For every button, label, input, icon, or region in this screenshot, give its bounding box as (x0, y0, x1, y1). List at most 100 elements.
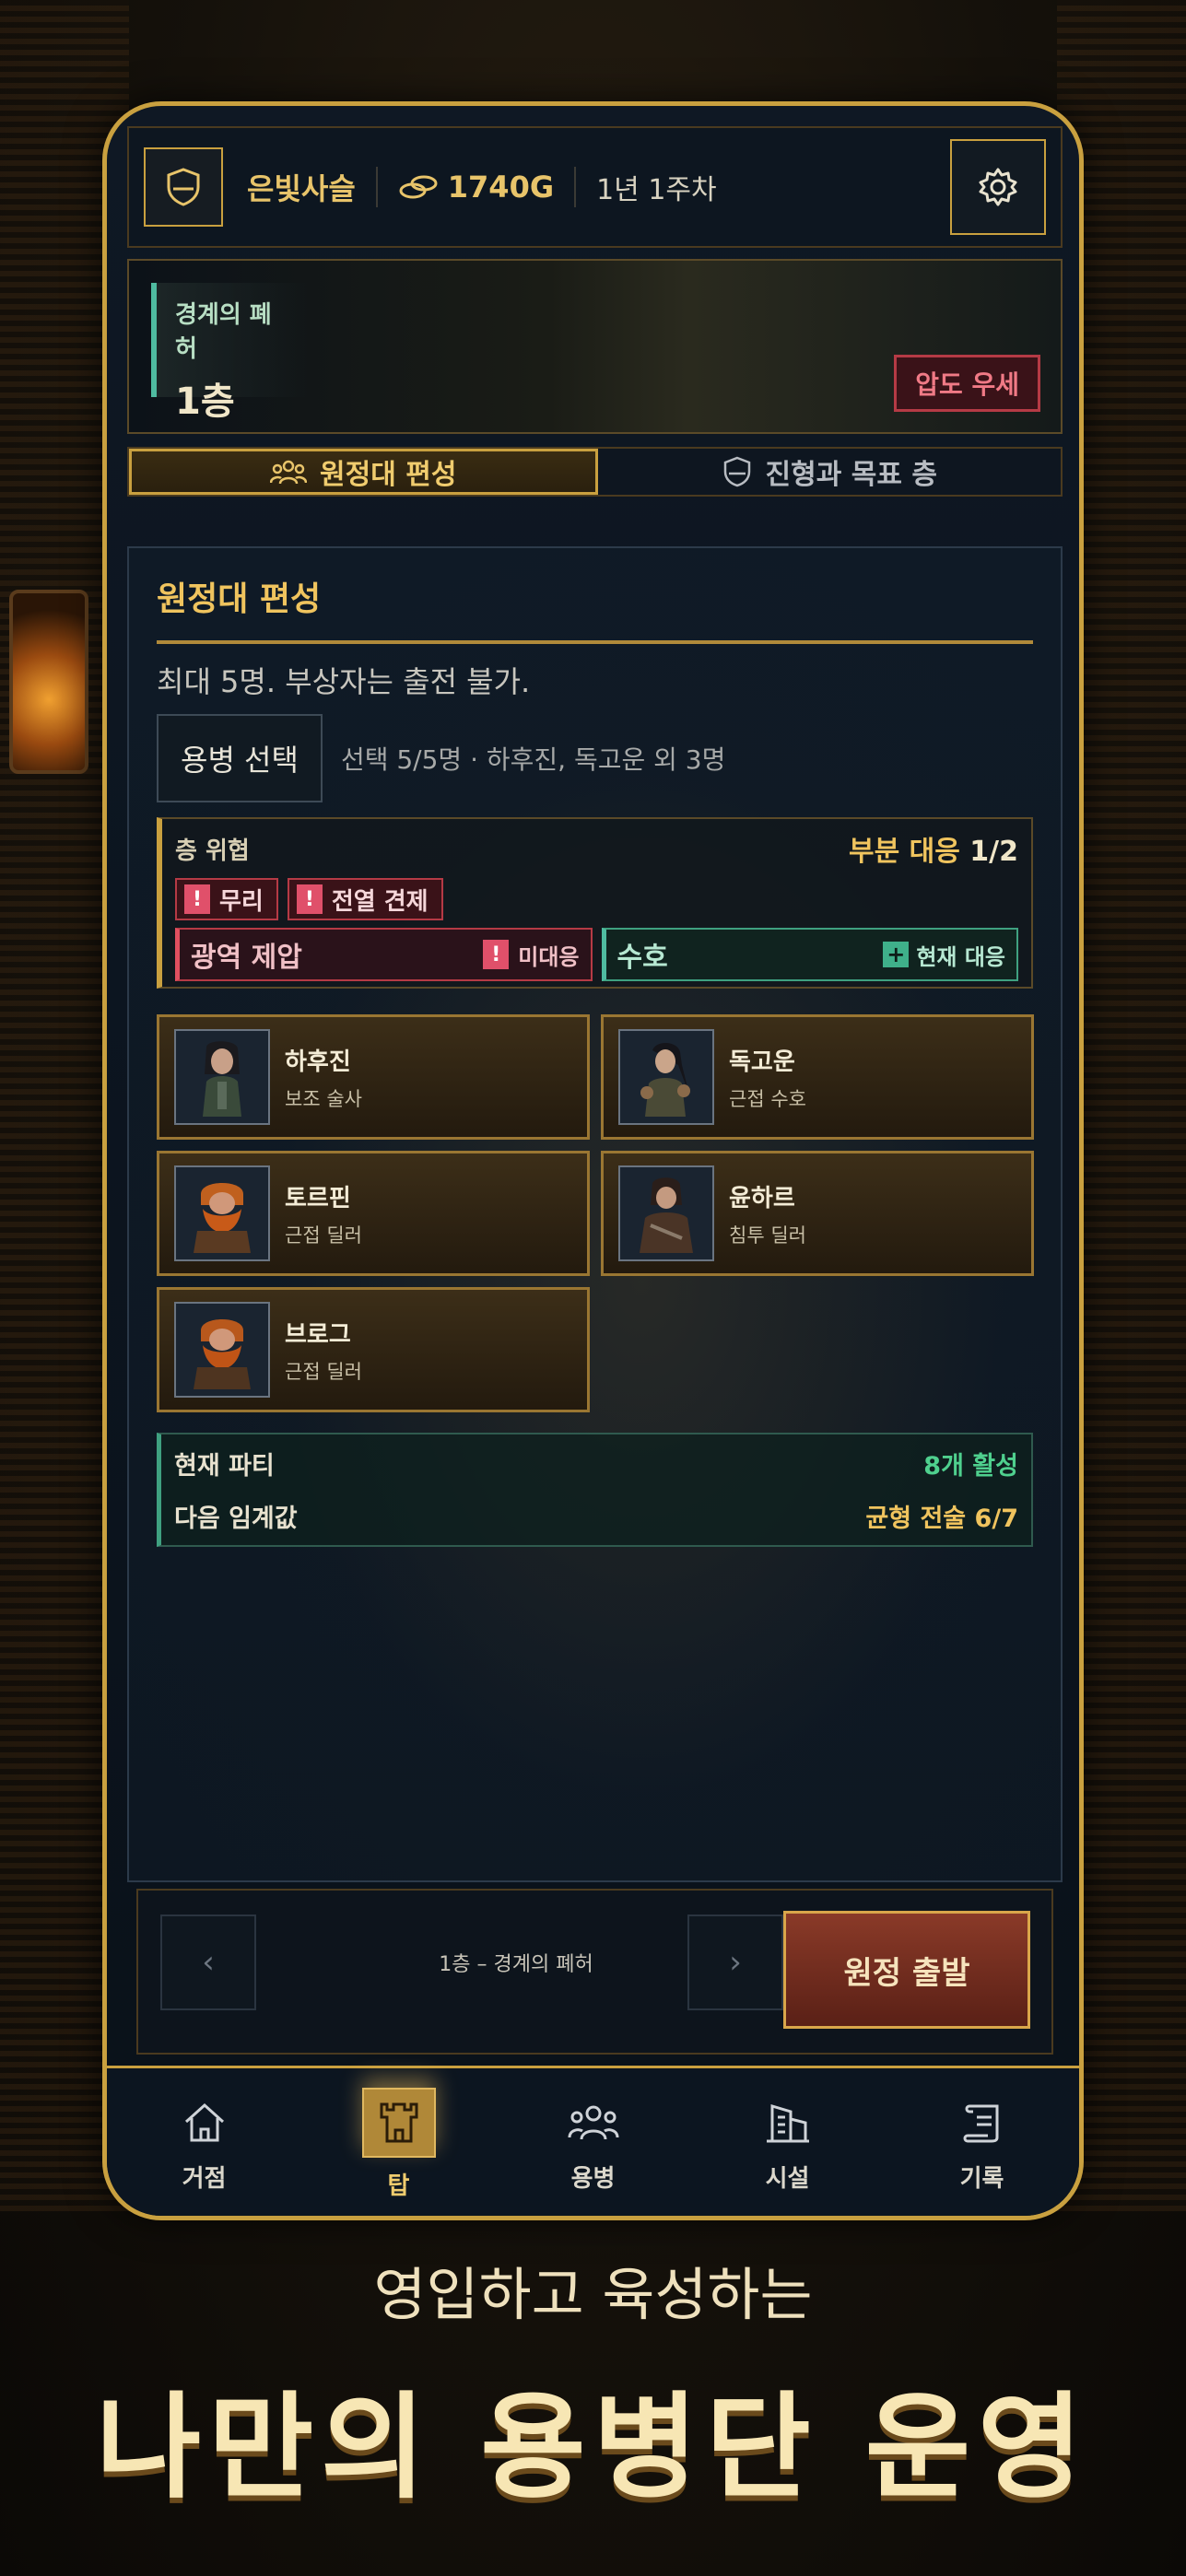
party-value: 8개 활성 (923, 1452, 1018, 1481)
floor-name: 경계의 폐허 (175, 301, 272, 363)
mercenary-role: 근접 딜러 (285, 1224, 362, 1247)
mercenary-card[interactable]: 하후진 보조 술사 (157, 1014, 590, 1140)
mercenary-info: 하후진 보조 술사 (285, 1043, 362, 1112)
threat-label: 층 위협 (175, 837, 250, 865)
nav-item-facility[interactable]: 시설 (690, 2068, 885, 2216)
nav-label: 거점 (182, 2165, 227, 2193)
lantern-decor (9, 590, 88, 774)
threat-coverage: 부분 대응 1/2 (849, 828, 1018, 869)
mercenary-role: 근접 수호 (729, 1087, 806, 1110)
party-icon (270, 460, 308, 485)
promo-tagline: 영입하고 육성하는 (373, 2261, 813, 2328)
gear-icon (979, 168, 1017, 206)
panel-title: 원정대 편성 (157, 580, 322, 618)
mage-portrait-icon (203, 1041, 241, 1117)
mercenary-card[interactable]: 독고운 근접 수호 (601, 1014, 1034, 1140)
mercenary-card[interactable]: 브로그 근접 딜러 (157, 1287, 590, 1412)
party-row-next: 다음 임계값 균형 전술 6/7 (174, 1498, 1018, 1534)
coverage-label: 부분 대응 (848, 836, 960, 868)
action-bar: ‹ 1층 – 경계의 폐허 › 원정 출발 (136, 1889, 1053, 2055)
alert-icon: ! (483, 940, 510, 969)
threat-chips: ! 무리 ! 전열 견제 (175, 878, 1018, 920)
guild-emblem[interactable] (144, 147, 223, 227)
alert-icon: ! (296, 884, 323, 914)
nav-item-mercenary[interactable]: 용병 (496, 2068, 690, 2216)
mercenary-portrait (618, 1029, 714, 1125)
nav-label: 기록 (959, 2165, 1004, 2193)
nav-item-base[interactable]: 거점 (107, 2068, 301, 2216)
coins-icon (399, 175, 438, 199)
mercenary-icon (566, 2095, 621, 2150)
tab-party-formation[interactable]: 원정대 편성 (129, 449, 598, 495)
mercenary-portrait (174, 1165, 270, 1261)
chip-label: 무리 (219, 887, 264, 916)
tower-icon (361, 2088, 436, 2158)
dwarf-portrait-icon (194, 1183, 251, 1253)
gold-amount: 1740G (447, 170, 555, 205)
selection-row: 용병 선택 선택 5/5명 · 하후진, 독고운 외 3명 (157, 714, 1033, 802)
mercenary-info: 독고운 근접 수호 (729, 1043, 806, 1112)
mercenary-card[interactable]: 윤하르 침투 딜러 (601, 1151, 1034, 1276)
mercenary-roster: 하후진 보조 술사 독고운 근접 수호 토르핀 근접 딜러 윤하르 침투 딜러 … (157, 1014, 1034, 1412)
selection-summary: 선택 5/5명 · 하후진, 독고운 외 3명 (340, 744, 726, 775)
party-value: 균형 전술 6/7 (865, 1505, 1018, 1533)
tab-bar: 원정대 편성 진형과 목표 층 (127, 447, 1063, 497)
alert-icon: ! (184, 884, 210, 914)
party-row-current: 현재 파티 8개 활성 (174, 1446, 1018, 1481)
counter-status-label: 미대응 (518, 943, 580, 970)
mercenary-role: 침투 딜러 (729, 1224, 806, 1247)
floor-number: 1층 (175, 381, 235, 423)
nav-label: 용병 (570, 2165, 616, 2193)
promo-headline: 나만의 용병단 운영 (96, 2382, 1090, 2514)
panel-description: 최대 5명. 부상자는 출전 불가. (157, 664, 531, 699)
chip-label: 전열 견제 (331, 887, 429, 916)
mercenary-role: 근접 딜러 (285, 1360, 362, 1383)
mercenary-role: 보조 술사 (285, 1087, 362, 1110)
prev-floor-button[interactable]: ‹ (160, 1914, 256, 2010)
status-badge: 압도 우세 (894, 355, 1040, 412)
settings-button[interactable] (950, 139, 1046, 235)
nav-label: 탑 (387, 2172, 410, 2200)
mercenary-info: 윤하르 침투 딜러 (729, 1179, 806, 1248)
rogue-portrait-icon (640, 1177, 693, 1253)
top-bar: 은빛사슬 1740G 1년 1주차 (127, 126, 1063, 248)
party-label: 현재 파티 (174, 1452, 275, 1481)
building-icon (760, 2095, 816, 2150)
mercenary-info: 브로그 근접 딜러 (285, 1316, 362, 1385)
scroll-icon (955, 2095, 1010, 2150)
mercenary-name: 토르핀 (285, 1184, 351, 1212)
chevron-right-icon: › (729, 1944, 742, 1981)
chevron-left-icon: ‹ (202, 1944, 215, 1981)
mercenary-card[interactable]: 토르핀 근접 딜러 (157, 1151, 590, 1276)
guardian-portrait-icon (640, 1042, 690, 1117)
game-date: 1년 1주차 (596, 174, 717, 206)
guild-name: 은빛사슬 (247, 171, 356, 206)
divider (375, 167, 378, 207)
threat-chip: ! 전열 견제 (287, 878, 443, 920)
dwarf-portrait-icon (194, 1319, 251, 1389)
counter-row: 광역 제압 ! 미대응 수호 + 현재 대응 (175, 928, 1018, 981)
counter-name: 광역 제압 (191, 942, 302, 974)
mercenary-name: 브로그 (285, 1320, 351, 1349)
tab-formation-target[interactable]: 진형과 목표 층 (597, 449, 1061, 495)
floor-threat-box: 층 위협 부분 대응 1/2 ! 무리 ! 전열 견제 광역 제압 ! 미대응 … (157, 817, 1033, 989)
counter-unmet: 광역 제압 ! 미대응 (175, 928, 593, 981)
nav-item-records[interactable]: 기록 (885, 2068, 1079, 2216)
mercenary-portrait (174, 1029, 270, 1125)
mercenary-name: 하후진 (285, 1048, 351, 1076)
select-mercenary-button[interactable]: 용병 선택 (157, 714, 323, 802)
mercenary-portrait (618, 1165, 714, 1261)
tab-label: 원정대 편성 (320, 459, 457, 491)
party-synergy-box: 현재 파티 8개 활성 다음 임계값 균형 전술 6/7 (157, 1433, 1033, 1547)
counter-status: + 현재 대응 (883, 939, 1005, 971)
shield-icon (167, 168, 200, 206)
depart-expedition-button[interactable]: 원정 출발 (783, 1911, 1030, 2029)
mercenary-name: 독고운 (729, 1048, 795, 1076)
nav-item-tower[interactable]: 탑 (301, 2068, 496, 2216)
bottom-navigation: 거점 탑 용병 시설 기록 (107, 2066, 1079, 2216)
coverage-count: 1/2 (969, 836, 1018, 868)
tab-label: 진형과 목표 층 (765, 459, 938, 491)
home-icon (177, 2095, 232, 2150)
mercenary-name: 윤하르 (729, 1184, 795, 1212)
next-floor-button[interactable]: › (687, 1914, 783, 2010)
